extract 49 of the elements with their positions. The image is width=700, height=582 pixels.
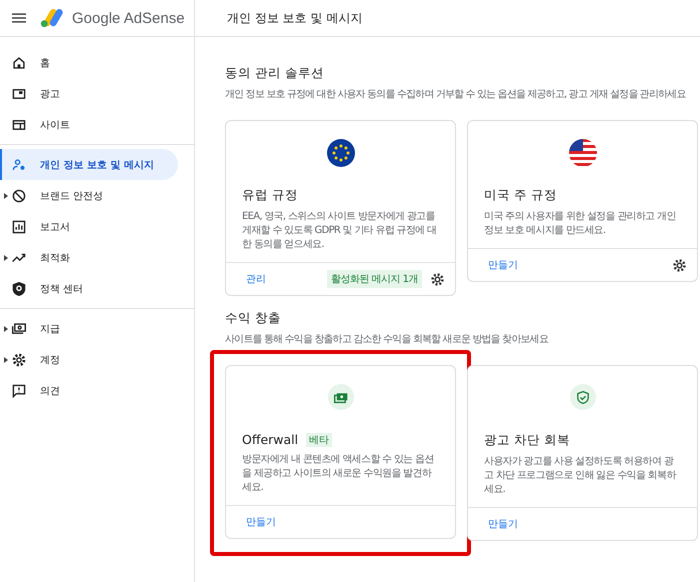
- nav-item[interactable]: 정책 센터: [0, 273, 178, 304]
- nav-item[interactable]: 홈: [0, 47, 178, 78]
- page-title: 개인 정보 보호 및 메시지: [226, 10, 362, 26]
- card-description: 사용자가 광고를 사용 설정하도록 허용하여 광고 차단 프로그램으로 인해 잃은 수익을 회복하세요.: [484, 455, 678, 497]
- card-description: EEA, 영국, 스위스의 사이트 방문자에게 광고를 게재할 수 있도록 GDPR 및 기타 유럽 규정에 대한 동의를 얻으세요.: [242, 210, 438, 252]
- settings-icon[interactable]: [430, 272, 445, 286]
- payment-icon: [12, 322, 26, 336]
- nav-item[interactable]: 의견: [0, 375, 178, 406]
- nav-item[interactable]: 광고: [0, 78, 178, 109]
- money-icon: [334, 390, 348, 404]
- card-link[interactable]: 관리: [246, 272, 266, 286]
- feedback-icon: [12, 384, 26, 398]
- nav-item[interactable]: 보고서: [0, 211, 178, 242]
- section-description: 사이트를 통해 수익을 창출하고 감소한 수익을 회복할 새로운 방법을 찾아보세요: [225, 333, 550, 346]
- product-name: Google AdSense: [72, 10, 185, 26]
- card-description: 미국 주의 사용자를 위한 설정을 관리하고 개인 정보 보호 메시지를 만드세요.: [484, 210, 677, 238]
- home-icon: [12, 56, 26, 70]
- menu-icon[interactable]: [12, 13, 26, 23]
- nav-item[interactable]: 지급: [0, 313, 178, 344]
- block-icon: [12, 188, 26, 202]
- card-link[interactable]: 만들기: [246, 515, 276, 529]
- report-icon: [12, 220, 26, 234]
- caret-icon[interactable]: [4, 356, 8, 362]
- nav-item[interactable]: 브랜드 안전성: [0, 180, 178, 211]
- nav-item[interactable]: 개인 정보 보호 및 메시지: [0, 149, 178, 180]
- beta-badge: 베타: [306, 432, 332, 446]
- gear-icon: [12, 352, 26, 366]
- card-title: Offerwall: [242, 432, 298, 447]
- card-description: 방문자에게 내 콘텐츠에 액세스할 수 있는 옵션을 제공하고 사이트의 새로운 수익원을 발견하세요.: [242, 453, 435, 495]
- section-description: 개인 정보 보호 규정에 대한 사용자 동의를 수집하며 거부할 수 있는 옵션을 제공하고, 광고 게재 설정을 관리하세요: [225, 88, 687, 101]
- card-link[interactable]: 만들기: [488, 258, 518, 272]
- card-link[interactable]: 만들기: [488, 517, 518, 531]
- nav-item[interactable]: 사이트: [0, 109, 178, 140]
- caret-icon[interactable]: [4, 326, 8, 332]
- caret-icon[interactable]: [4, 254, 8, 260]
- status-badge: 활성화된 메시지 1개: [326, 270, 422, 288]
- nav-item[interactable]: 최적화: [0, 242, 178, 273]
- flag-icon: [326, 139, 354, 167]
- card-title: 광고 차단 회복: [484, 432, 570, 449]
- shield-check-icon: [576, 390, 590, 404]
- card-title: 미국 주 규정: [484, 187, 557, 204]
- section-title: 동의 관리 솔루션: [225, 65, 325, 82]
- settings-icon[interactable]: [672, 258, 687, 272]
- flag-icon: [568, 139, 596, 167]
- nav-item[interactable]: 계정: [0, 344, 178, 375]
- section-title: 수익 창출: [225, 310, 282, 327]
- logo-icon: [40, 8, 64, 28]
- caret-icon[interactable]: [4, 192, 8, 198]
- card-title: 유럽 규정: [242, 187, 298, 204]
